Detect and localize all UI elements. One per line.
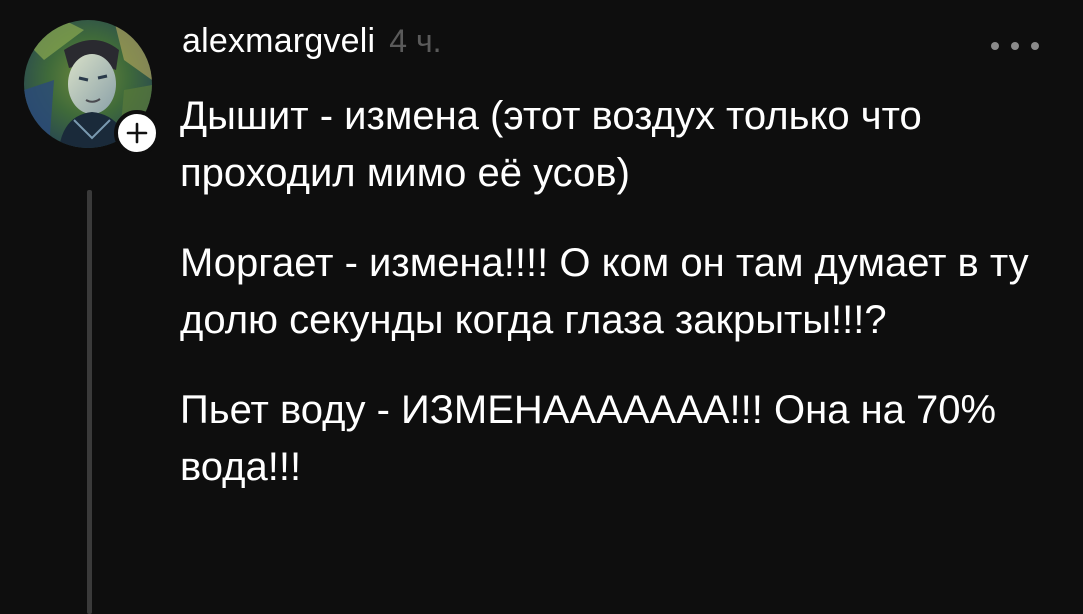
- more-horizontal-icon: [1031, 42, 1039, 50]
- more-options-button[interactable]: [991, 36, 1039, 56]
- comment-body: Дышит - измена (этот воздух только что п…: [180, 88, 1060, 529]
- comment-paragraph: Пьет воду - ИЗМЕНААААААА!!! Она на 70% в…: [180, 388, 997, 489]
- follow-button[interactable]: [114, 110, 160, 156]
- comment-header: alexmargveli 4 ч.: [182, 22, 442, 72]
- comment-paragraph: Дышит - измена (этот воздух только что п…: [180, 94, 922, 195]
- thread-line: [87, 190, 92, 614]
- timestamp: 4 ч.: [389, 23, 442, 59]
- username[interactable]: alexmargveli: [182, 22, 375, 61]
- avatar-container: [24, 20, 160, 156]
- more-horizontal-icon: [1011, 42, 1019, 50]
- plus-icon: [126, 122, 148, 144]
- more-horizontal-icon: [991, 42, 999, 50]
- comment-paragraph: Моргает - измена!!!! О ком он там думает…: [180, 241, 1029, 342]
- comment-screen: { "comment": { "username": "alexmargveli…: [0, 0, 1083, 614]
